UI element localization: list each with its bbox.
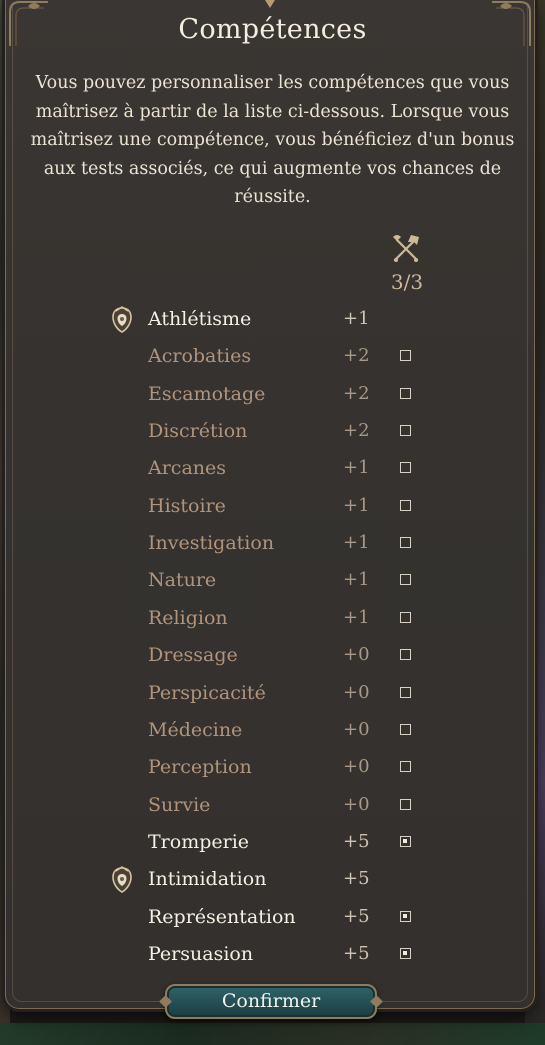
skill-bonus: +2: [343, 420, 370, 442]
confirm-button[interactable]: Confirmer: [165, 984, 377, 1019]
skill-row[interactable]: Nature +1: [0, 562, 545, 599]
skill-row[interactable]: Religion +1: [0, 600, 545, 637]
skill-name: Investigation: [148, 532, 275, 555]
skill-row[interactable]: Escamotage +2: [0, 376, 545, 413]
skill-name: Histoire: [148, 494, 226, 517]
skill-row[interactable]: Persuasion +5: [0, 936, 545, 973]
checkbox-empty[interactable]: [400, 798, 411, 810]
skill-bonus: +1: [343, 569, 370, 591]
skill-name: Discrétion: [148, 420, 248, 443]
skill-bonus: +0: [343, 793, 370, 815]
skill-bonus: +0: [343, 644, 370, 666]
skill-row: Athlétisme +1: [0, 301, 545, 338]
skill-row[interactable]: Arcanes +1: [0, 450, 545, 487]
skill-row[interactable]: Survie +0: [0, 787, 545, 824]
skill-bonus: +2: [343, 345, 370, 367]
skill-bonus: +1: [343, 532, 370, 554]
skill-name: Survie: [148, 793, 211, 816]
checkbox-empty[interactable]: [400, 574, 411, 586]
skill-name: Arcanes: [148, 457, 227, 480]
checkbox-empty[interactable]: [400, 686, 411, 698]
skill-bonus: +5: [343, 942, 370, 964]
skill-row[interactable]: Discrétion +2: [0, 413, 545, 450]
skill-bonus: +5: [343, 905, 370, 927]
skill-row: Intimidation +5: [0, 861, 545, 898]
skill-row[interactable]: Perspicacité +0: [0, 675, 545, 712]
checkbox-empty[interactable]: [400, 649, 411, 661]
dialog-title: Compétences: [178, 14, 367, 45]
skill-row[interactable]: Investigation +1: [0, 525, 545, 562]
skill-row[interactable]: Dressage +0: [0, 637, 545, 674]
skill-row[interactable]: Tromperie +5: [0, 824, 545, 861]
checkbox-empty[interactable]: [400, 723, 411, 735]
skill-bonus: +0: [343, 756, 370, 778]
checkbox-checked[interactable]: [400, 947, 411, 959]
checkbox-checked[interactable]: [400, 910, 411, 922]
skill-name: Tromperie: [148, 830, 250, 853]
skill-bonus: +5: [343, 868, 370, 890]
checkbox-empty[interactable]: [400, 350, 411, 362]
skill-bonus: +1: [343, 308, 370, 329]
skill-name: Dressage: [148, 644, 238, 667]
skill-row[interactable]: Médecine +0: [0, 712, 545, 749]
skill-name: Acrobaties: [148, 345, 252, 368]
checkbox-checked[interactable]: [400, 835, 411, 847]
skill-name: Médecine: [148, 718, 243, 741]
checkbox-empty[interactable]: [400, 761, 411, 773]
checkbox-empty[interactable]: [400, 499, 411, 511]
skill-name: Perception: [148, 756, 252, 779]
skill-name: Intimidation: [148, 868, 267, 891]
skill-name: Persuasion: [148, 942, 254, 965]
skill-row[interactable]: Représentation +5: [0, 899, 545, 936]
checkbox-empty[interactable]: [400, 387, 411, 399]
checkbox-empty[interactable]: [400, 425, 411, 437]
skill-name: Escamotage: [148, 382, 266, 405]
checkbox-empty[interactable]: [400, 611, 411, 623]
checkbox-empty[interactable]: [400, 537, 411, 549]
skill-bonus: +5: [343, 830, 370, 852]
skill-row[interactable]: Histoire +1: [0, 488, 545, 525]
skill-name: Athlétisme: [148, 308, 252, 330]
skill-name: Représentation: [148, 905, 296, 928]
top-marker-icon: [265, 0, 275, 8]
skill-bonus: +1: [343, 606, 370, 628]
skill-name: Nature: [148, 569, 217, 592]
background-proficiency-icon: [112, 866, 132, 894]
background-proficiency-icon: [112, 306, 132, 333]
proficiency-counter: 3/3: [390, 270, 424, 294]
dialog-description: Vous pouvez personnaliser les compétence…: [30, 73, 515, 207]
skill-name: Religion: [148, 606, 228, 629]
skill-bonus: +1: [343, 457, 370, 479]
skill-bonus: +0: [343, 718, 370, 740]
skill-row[interactable]: Perception +0: [0, 749, 545, 786]
skill-row[interactable]: Acrobaties +2: [0, 338, 545, 375]
checkbox-empty[interactable]: [400, 462, 411, 474]
skill-bonus: +0: [343, 681, 370, 703]
skill-bonus: +2: [343, 382, 370, 404]
skill-bonus: +1: [343, 494, 370, 516]
skill-name: Perspicacité: [148, 681, 266, 704]
crossed-tools-icon: [393, 235, 419, 262]
background-scene-bottom: [0, 1023, 545, 1045]
